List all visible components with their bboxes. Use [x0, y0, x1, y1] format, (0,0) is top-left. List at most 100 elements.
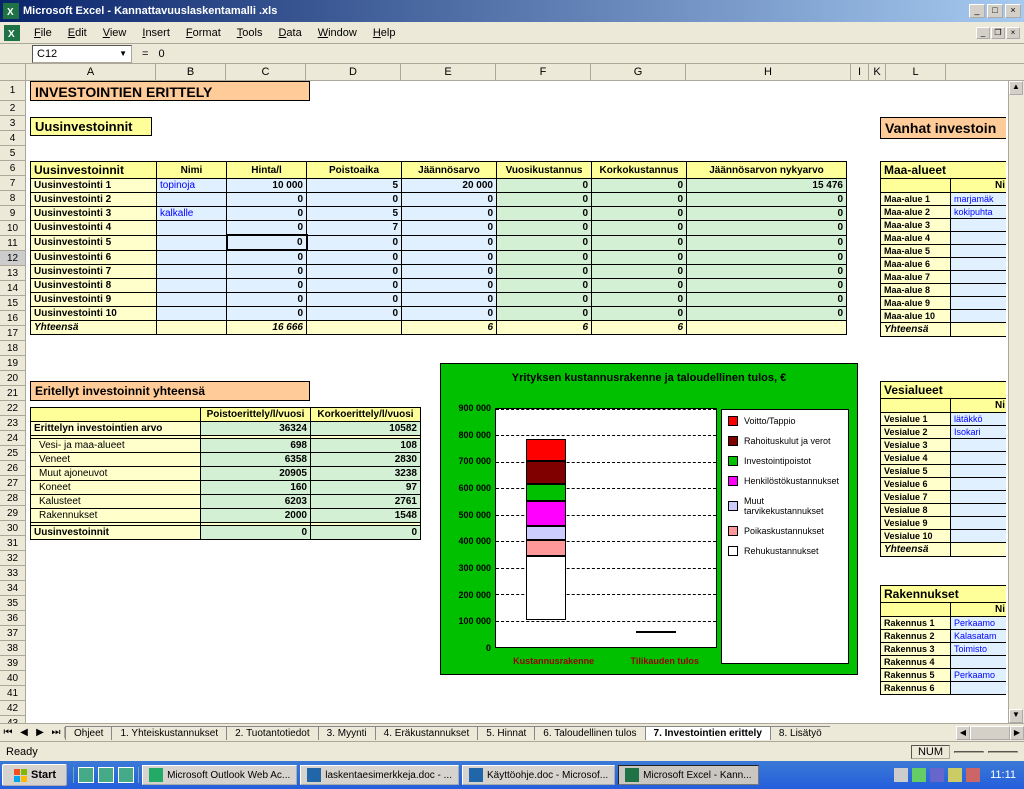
row-header-40[interactable]: 40	[0, 671, 26, 686]
start-button[interactable]: Start	[2, 764, 67, 786]
table-row[interactable]: Vesialue 8	[881, 504, 1007, 517]
table-row[interactable]: Koneet16097	[31, 481, 421, 495]
table-row[interactable]: Uusinvestointi 3kalkalle050000	[31, 207, 847, 221]
scroll-up-icon[interactable]: ▲	[1009, 81, 1023, 95]
table-row[interactable]: Maa-alue 6	[881, 258, 1007, 271]
doc-minimize-button[interactable]: _	[976, 27, 990, 39]
select-all-corner[interactable]	[0, 64, 26, 80]
namebox-dropdown-icon[interactable]: ▼	[119, 49, 127, 58]
table-row[interactable]: Uusinvestointi 2000000	[31, 193, 847, 207]
table-row[interactable]: Uusinvestointi 5000000	[31, 235, 847, 250]
row-header-10[interactable]: 10	[0, 221, 26, 236]
taskbar-button[interactable]: laskentaesimerkkeja.doc - ...	[300, 765, 459, 785]
tray-icon-3[interactable]	[930, 768, 944, 782]
row-header-23[interactable]: 23	[0, 416, 26, 431]
table-row[interactable]: Rakennus 2Kalasatam	[881, 630, 1007, 643]
row-header-9[interactable]: 9	[0, 206, 26, 221]
sheet-tab[interactable]: 2. Tuotantotiedot	[226, 726, 319, 740]
menu-tools[interactable]: Tools	[229, 25, 271, 41]
table-row[interactable]: Veneet63582830	[31, 453, 421, 467]
table-row[interactable]: Rakennus 3Toimisto	[881, 643, 1007, 656]
table-row[interactable]: Maa-alue 2kokipuhta	[881, 206, 1007, 219]
row-header-42[interactable]: 42	[0, 701, 26, 716]
sheet-tab[interactable]: 1. Yhteiskustannukset	[111, 726, 227, 740]
col-header-G[interactable]: G	[591, 64, 686, 80]
row-header-24[interactable]: 24	[0, 431, 26, 446]
table-row[interactable]: Rakennus 1Perkaamo	[881, 617, 1007, 630]
row-header-34[interactable]: 34	[0, 581, 26, 596]
table-row[interactable]: Uusinvestointi 7000000	[31, 265, 847, 279]
table-row[interactable]: Vesi- ja maa-alueet698108	[31, 439, 421, 453]
scroll-down-icon[interactable]: ▼	[1009, 709, 1023, 723]
table-row[interactable]: Rakennus 4	[881, 656, 1007, 669]
table-row[interactable]: Uusinvestointi 9000000	[31, 293, 847, 307]
row-header-19[interactable]: 19	[0, 356, 26, 371]
row-header-26[interactable]: 26	[0, 461, 26, 476]
row-header-37[interactable]: 37	[0, 626, 26, 641]
col-header-E[interactable]: E	[401, 64, 496, 80]
row-header-11[interactable]: 11	[0, 236, 26, 251]
hscroll-right-icon[interactable]: ▶	[1010, 726, 1024, 740]
menu-file[interactable]: File	[26, 25, 60, 41]
sheet-tab[interactable]: Ohjeet	[65, 726, 112, 740]
row-header-21[interactable]: 21	[0, 386, 26, 401]
row-header-17[interactable]: 17	[0, 326, 26, 341]
row-header-4[interactable]: 4	[0, 131, 26, 146]
row-header-35[interactable]: 35	[0, 596, 26, 611]
col-header-C[interactable]: C	[226, 64, 306, 80]
sheet-tab[interactable]: 7. Investointien erittely	[645, 726, 771, 740]
menu-insert[interactable]: Insert	[134, 25, 178, 41]
table-row[interactable]: Rakennus 5Perkaamo	[881, 669, 1007, 682]
table-row[interactable]: Maa-alue 4	[881, 232, 1007, 245]
row-header-36[interactable]: 36	[0, 611, 26, 626]
table-row[interactable]: Maa-alue 7	[881, 271, 1007, 284]
table-row[interactable]: Uusinvestointi 6000000	[31, 250, 847, 265]
table-row[interactable]: Vesialue 5	[881, 465, 1007, 478]
row-header-43[interactable]: 43	[0, 716, 26, 723]
row-header-30[interactable]: 30	[0, 521, 26, 536]
table-row[interactable]: Rakennukset20001548	[31, 509, 421, 523]
col-header-L[interactable]: L	[886, 64, 946, 80]
tab-nav-first-icon[interactable]: ⏮	[0, 727, 16, 738]
doc-close-button[interactable]: ×	[1006, 27, 1020, 39]
ql-outlook-icon[interactable]	[118, 767, 134, 783]
table-row[interactable]: Vesialue 2Isokari	[881, 426, 1007, 439]
row-header-16[interactable]: 16	[0, 311, 26, 326]
menu-format[interactable]: Format	[178, 25, 229, 41]
col-header-I[interactable]: I	[851, 64, 869, 80]
row-header-1[interactable]: 1	[0, 81, 26, 101]
horizontal-scrollbar[interactable]: ◀ ▶	[956, 726, 1024, 740]
col-header-F[interactable]: F	[496, 64, 591, 80]
menu-help[interactable]: Help	[365, 25, 404, 41]
table-row[interactable]: Uusinvestointi 4070000	[31, 221, 847, 236]
name-box[interactable]: C12 ▼	[32, 45, 132, 63]
col-header-H[interactable]: H	[686, 64, 851, 80]
table-row[interactable]: Uusinvestointi 8000000	[31, 279, 847, 293]
table-row[interactable]: Uusinvestointi 1topinoja10 000520 000001…	[31, 179, 847, 193]
col-header-B[interactable]: B	[156, 64, 226, 80]
col-header-D[interactable]: D	[306, 64, 401, 80]
tab-nav-next-icon[interactable]: ▶	[32, 727, 48, 738]
row-header-29[interactable]: 29	[0, 506, 26, 521]
menu-data[interactable]: Data	[270, 25, 309, 41]
row-header-6[interactable]: 6	[0, 161, 26, 176]
row-header-3[interactable]: 3	[0, 116, 26, 131]
sheet-tab[interactable]: 6. Taloudellinen tulos	[534, 726, 645, 740]
row-header-12[interactable]: 12	[0, 251, 26, 266]
tray-icon-5[interactable]	[966, 768, 980, 782]
taskbar-button[interactable]: Microsoft Outlook Web Ac...	[142, 765, 297, 785]
sheet-tab[interactable]: 5. Hinnat	[477, 726, 535, 740]
table-row[interactable]: Muut ajoneuvot209053238	[31, 467, 421, 481]
sheet-tab[interactable]: 4. Eräkustannukset	[375, 726, 479, 740]
tray-icon-2[interactable]	[912, 768, 926, 782]
row-header-25[interactable]: 25	[0, 446, 26, 461]
ql-desktop-icon[interactable]	[98, 767, 114, 783]
row-header-27[interactable]: 27	[0, 476, 26, 491]
row-header-18[interactable]: 18	[0, 341, 26, 356]
tab-nav-prev-icon[interactable]: ◀	[16, 727, 32, 738]
table-row[interactable]: Maa-alue 3	[881, 219, 1007, 232]
table-row[interactable]: Vesialue 9	[881, 517, 1007, 530]
menu-window[interactable]: Window	[310, 25, 365, 41]
table-row[interactable]: Rakennus 6	[881, 682, 1007, 695]
table-row[interactable]: Vesialue 4	[881, 452, 1007, 465]
